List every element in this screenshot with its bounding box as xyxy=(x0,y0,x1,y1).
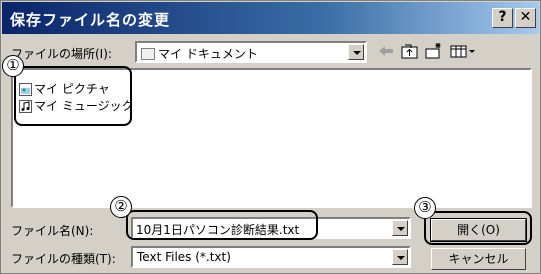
callout-frame-2 xyxy=(126,210,318,240)
title-bar: 保存ファイル名の変更 ? ✕ xyxy=(2,2,539,34)
chevron-down-icon[interactable] xyxy=(392,249,408,265)
callout-frame-3 xyxy=(424,211,532,245)
folder-icon xyxy=(141,48,155,60)
location-dropdown[interactable]: マイ ドキュメント xyxy=(135,41,367,63)
filetype-dropdown[interactable]: Text Files (*.txt) xyxy=(131,246,411,268)
location-value: マイ ドキュメント xyxy=(158,47,258,61)
new-folder-icon[interactable] xyxy=(423,41,445,61)
view-menu-icon[interactable] xyxy=(449,41,479,61)
window-title: 保存ファイル名の変更 xyxy=(10,11,171,29)
help-button[interactable]: ? xyxy=(492,8,513,28)
filetype-label: ファイルの種類(T): xyxy=(11,252,116,266)
callout-frame-1 xyxy=(14,66,132,126)
cancel-button[interactable]: キャンセル xyxy=(431,248,526,270)
callout-number-1: ① xyxy=(2,55,24,77)
chevron-down-icon[interactable] xyxy=(392,220,408,236)
back-icon[interactable] xyxy=(375,41,397,61)
chevron-down-icon[interactable] xyxy=(348,44,364,60)
location-label: ファイルの場所(I): xyxy=(11,47,112,61)
callout-number-3: ③ xyxy=(414,197,436,219)
filename-label: ファイル名(N): xyxy=(11,224,94,238)
filetype-value: Text Files (*.txt) xyxy=(137,250,231,264)
close-button[interactable]: ✕ xyxy=(515,8,536,28)
callout-number-2: ② xyxy=(110,196,132,218)
up-folder-icon[interactable] xyxy=(399,41,421,61)
